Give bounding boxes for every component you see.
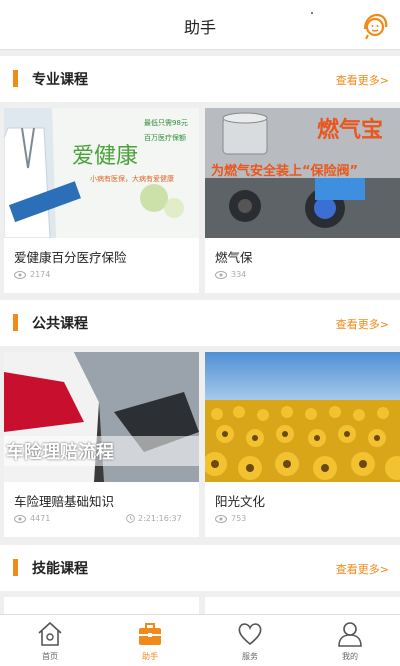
course-card-partial[interactable] [4, 597, 199, 614]
heart-icon [238, 623, 262, 646]
view-count: 2174 [14, 270, 50, 279]
view-count-value: 753 [231, 514, 247, 523]
course-thumbnail: 燃气宝 为燃气安全装上“保险阀” [205, 108, 400, 238]
section-header-professional: 专业课程 查看更多> [0, 56, 400, 102]
eye-icon [215, 514, 227, 523]
image-text-line: 最低只需98元 [144, 119, 188, 127]
view-count: 4471 [14, 514, 50, 523]
page-title: 助手 [183, 18, 216, 37]
view-more-link[interactable]: 查看更多> [336, 561, 389, 577]
course-thumbnail [205, 352, 400, 482]
user-icon [338, 622, 362, 647]
status-dot [311, 12, 313, 14]
bottom-tab-bar: 首页 助手 服务 我的 [0, 614, 400, 666]
duration-value: 2:21:16:37 [138, 514, 182, 523]
view-count: 753 [215, 514, 246, 523]
customer-service-icon[interactable] [360, 11, 390, 41]
tab-label: 助手 [142, 652, 158, 661]
tab-label: 首页 [42, 652, 58, 661]
image-text-line: 小病有医保，大病有爱健康 [90, 175, 174, 183]
course-title: 爱健康百分医疗保险 [14, 250, 127, 265]
section-title: 专业课程 [32, 72, 88, 88]
course-title: 阳光文化 [215, 494, 266, 509]
view-count-value: 4471 [30, 514, 51, 523]
section-accent-bar [13, 314, 18, 331]
tab-label: 我的 [342, 652, 358, 661]
eye-icon [215, 270, 227, 279]
tab-mine[interactable]: 我的 [300, 615, 400, 666]
section-accent-bar [13, 559, 18, 576]
view-more-link[interactable]: 查看更多> [336, 72, 389, 88]
eye-icon [14, 514, 26, 523]
tab-label: 服务 [242, 652, 258, 661]
image-banner-text: 为燃气安全装上“保险阀” [211, 164, 359, 179]
briefcase-icon [139, 623, 161, 645]
view-count: 334 [215, 270, 246, 279]
home-icon [38, 621, 62, 646]
image-text-line: 百万医疗保额 [144, 134, 186, 142]
top-bar: 助手 [0, 0, 400, 50]
duration: 2:21:16:37 [126, 514, 182, 523]
clock-icon [126, 514, 135, 523]
section-header-public: 公共课程 查看更多> [0, 300, 400, 346]
view-count-value: 2174 [30, 270, 51, 279]
tab-assistant[interactable]: 助手 [100, 615, 200, 666]
section-title: 公共课程 [32, 316, 88, 332]
image-logo-text: 燃气宝 [317, 118, 384, 143]
view-more-link[interactable]: 查看更多> [336, 316, 389, 332]
section-header-skills: 技能课程 查看更多> [0, 545, 400, 591]
image-banner-text: 车险理赔流程 [6, 442, 114, 463]
section-accent-bar [13, 70, 18, 87]
tab-home[interactable]: 首页 [0, 615, 100, 666]
course-card-ranqibao[interactable]: 燃气宝 为燃气安全装上“保险阀” 燃气保 334 [205, 108, 400, 293]
course-thumbnail: 车险理赔流程 [4, 352, 199, 482]
course-thumbnail: 爱健康 最低只需98元 百万医疗保额 小病有医保，大病有爱健康 [4, 108, 199, 238]
tab-service[interactable]: 服务 [200, 615, 300, 666]
course-card-aijiankang[interactable]: 爱健康 最低只需98元 百万医疗保额 小病有医保，大病有爱健康 爱健康百分医疗保… [4, 108, 199, 293]
course-card-sunshine-culture[interactable]: 阳光文化 753 [205, 352, 400, 537]
view-count-value: 334 [231, 270, 247, 279]
course-card-car-insurance[interactable]: 车险理赔流程 车险理赔基础知识 4471 2:21:16:37 [4, 352, 199, 537]
image-logo-text: 爱健康 [72, 144, 139, 169]
course-title: 燃气保 [215, 250, 253, 265]
eye-icon [14, 270, 26, 279]
course-card-partial[interactable] [205, 597, 400, 614]
course-title: 车险理赔基础知识 [14, 494, 115, 509]
section-title: 技能课程 [32, 561, 88, 577]
